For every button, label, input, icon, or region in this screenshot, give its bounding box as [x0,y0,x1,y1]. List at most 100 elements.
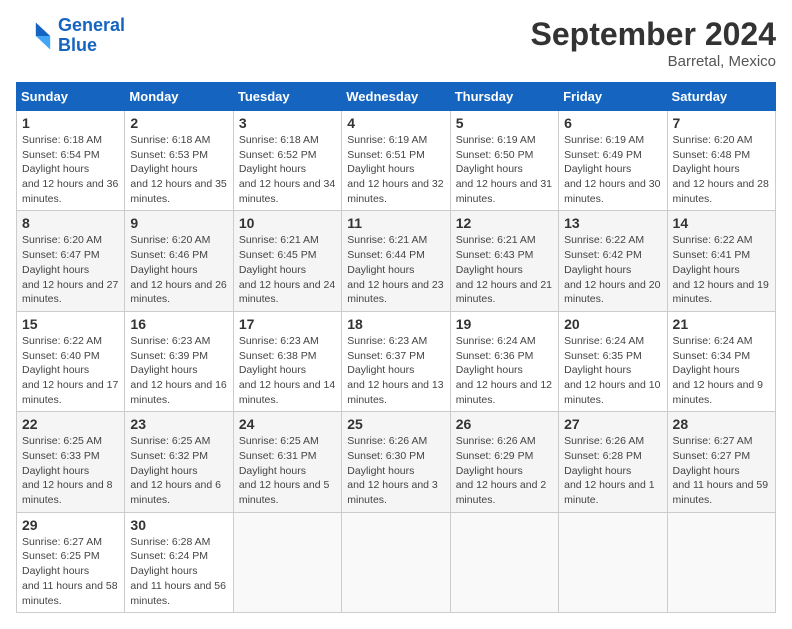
day-info: Sunrise: 6:18 AMSunset: 6:53 PMDaylight … [130,133,227,206]
day-info: Sunrise: 6:24 AMSunset: 6:35 PMDaylight … [564,334,661,407]
calendar-cell-27: 27 Sunrise: 6:26 AMSunset: 6:28 PMDaylig… [559,412,667,512]
day-info: Sunrise: 6:20 AMSunset: 6:47 PMDaylight … [22,233,119,306]
day-info: Sunrise: 6:20 AMSunset: 6:46 PMDaylight … [130,233,227,306]
day-info: Sunrise: 6:26 AMSunset: 6:28 PMDaylight … [564,434,661,507]
calendar-cell-20: 20 Sunrise: 6:24 AMSunset: 6:35 PMDaylig… [559,311,667,411]
day-number: 20 [564,316,661,332]
day-number: 14 [673,215,770,231]
day-number: 12 [456,215,553,231]
day-number: 13 [564,215,661,231]
col-wednesday: Wednesday [342,83,450,111]
day-info: Sunrise: 6:21 AMSunset: 6:44 PMDaylight … [347,233,444,306]
day-number: 26 [456,416,553,432]
day-info: Sunrise: 6:22 AMSunset: 6:40 PMDaylight … [22,334,119,407]
day-info: Sunrise: 6:22 AMSunset: 6:41 PMDaylight … [673,233,770,306]
day-number: 1 [22,115,119,131]
day-info: Sunrise: 6:24 AMSunset: 6:34 PMDaylight … [673,334,770,407]
col-tuesday: Tuesday [233,83,341,111]
page-header: General Blue September 2024 Barretal, Me… [16,16,776,70]
day-number: 4 [347,115,444,131]
calendar-cell-empty-4-2 [233,512,341,612]
day-info: Sunrise: 6:23 AMSunset: 6:39 PMDaylight … [130,334,227,407]
calendar-cell-25: 25 Sunrise: 6:26 AMSunset: 6:30 PMDaylig… [342,412,450,512]
calendar-cell-12: 12 Sunrise: 6:21 AMSunset: 6:43 PMDaylig… [450,211,558,311]
col-thursday: Thursday [450,83,558,111]
calendar-week-5: 29 Sunrise: 6:27 AMSunset: 6:25 PMDaylig… [17,512,776,612]
day-info: Sunrise: 6:27 AMSunset: 6:27 PMDaylight … [673,434,770,507]
calendar-cell-22: 22 Sunrise: 6:25 AMSunset: 6:33 PMDaylig… [17,412,125,512]
day-number: 3 [239,115,336,131]
col-friday: Friday [559,83,667,111]
day-info: Sunrise: 6:19 AMSunset: 6:51 PMDaylight … [347,133,444,206]
col-monday: Monday [125,83,233,111]
day-number: 6 [564,115,661,131]
calendar-cell-8: 8 Sunrise: 6:20 AMSunset: 6:47 PMDayligh… [17,211,125,311]
day-number: 23 [130,416,227,432]
col-saturday: Saturday [667,83,775,111]
day-info: Sunrise: 6:22 AMSunset: 6:42 PMDaylight … [564,233,661,306]
calendar-cell-15: 15 Sunrise: 6:22 AMSunset: 6:40 PMDaylig… [17,311,125,411]
day-number: 29 [22,517,119,533]
logo: General Blue [16,16,125,56]
calendar-cell-3: 3 Sunrise: 6:18 AMSunset: 6:52 PMDayligh… [233,111,341,211]
day-info: Sunrise: 6:26 AMSunset: 6:29 PMDaylight … [456,434,553,507]
calendar-cell-11: 11 Sunrise: 6:21 AMSunset: 6:44 PMDaylig… [342,211,450,311]
day-info: Sunrise: 6:21 AMSunset: 6:43 PMDaylight … [456,233,553,306]
day-info: Sunrise: 6:27 AMSunset: 6:25 PMDaylight … [22,535,119,608]
calendar-cell-empty-4-5 [559,512,667,612]
day-info: Sunrise: 6:28 AMSunset: 6:24 PMDaylight … [130,535,227,608]
day-info: Sunrise: 6:23 AMSunset: 6:38 PMDaylight … [239,334,336,407]
day-info: Sunrise: 6:26 AMSunset: 6:30 PMDaylight … [347,434,444,507]
calendar-week-2: 8 Sunrise: 6:20 AMSunset: 6:47 PMDayligh… [17,211,776,311]
day-number: 2 [130,115,227,131]
day-number: 19 [456,316,553,332]
calendar-cell-16: 16 Sunrise: 6:23 AMSunset: 6:39 PMDaylig… [125,311,233,411]
day-info: Sunrise: 6:19 AMSunset: 6:50 PMDaylight … [456,133,553,206]
day-number: 21 [673,316,770,332]
calendar-week-1: 1 Sunrise: 6:18 AMSunset: 6:54 PMDayligh… [17,111,776,211]
calendar-table: Sunday Monday Tuesday Wednesday Thursday… [16,82,776,613]
calendar-cell-21: 21 Sunrise: 6:24 AMSunset: 6:34 PMDaylig… [667,311,775,411]
day-info: Sunrise: 6:23 AMSunset: 6:37 PMDaylight … [347,334,444,407]
calendar-cell-26: 26 Sunrise: 6:26 AMSunset: 6:29 PMDaylig… [450,412,558,512]
logo-text: General Blue [58,16,125,56]
calendar-cell-17: 17 Sunrise: 6:23 AMSunset: 6:38 PMDaylig… [233,311,341,411]
calendar-cell-2: 2 Sunrise: 6:18 AMSunset: 6:53 PMDayligh… [125,111,233,211]
day-info: Sunrise: 6:21 AMSunset: 6:45 PMDaylight … [239,233,336,306]
day-number: 16 [130,316,227,332]
day-info: Sunrise: 6:18 AMSunset: 6:54 PMDaylight … [22,133,119,206]
day-number: 28 [673,416,770,432]
day-number: 22 [22,416,119,432]
calendar-cell-9: 9 Sunrise: 6:20 AMSunset: 6:46 PMDayligh… [125,211,233,311]
calendar-cell-28: 28 Sunrise: 6:27 AMSunset: 6:27 PMDaylig… [667,412,775,512]
calendar-week-3: 15 Sunrise: 6:22 AMSunset: 6:40 PMDaylig… [17,311,776,411]
calendar-cell-5: 5 Sunrise: 6:19 AMSunset: 6:50 PMDayligh… [450,111,558,211]
calendar-cell-10: 10 Sunrise: 6:21 AMSunset: 6:45 PMDaylig… [233,211,341,311]
month-title: September 2024 [531,16,776,53]
calendar-cell-6: 6 Sunrise: 6:19 AMSunset: 6:49 PMDayligh… [559,111,667,211]
day-number: 17 [239,316,336,332]
day-info: Sunrise: 6:19 AMSunset: 6:49 PMDaylight … [564,133,661,206]
day-info: Sunrise: 6:25 AMSunset: 6:32 PMDaylight … [130,434,227,507]
calendar-cell-7: 7 Sunrise: 6:20 AMSunset: 6:48 PMDayligh… [667,111,775,211]
calendar-cell-29: 29 Sunrise: 6:27 AMSunset: 6:25 PMDaylig… [17,512,125,612]
day-number: 8 [22,215,119,231]
location-title: Barretal, Mexico [531,53,776,70]
calendar-cell-empty-4-3 [342,512,450,612]
calendar-cell-30: 30 Sunrise: 6:28 AMSunset: 6:24 PMDaylig… [125,512,233,612]
day-number: 11 [347,215,444,231]
day-info: Sunrise: 6:25 AMSunset: 6:31 PMDaylight … [239,434,336,507]
day-number: 7 [673,115,770,131]
day-number: 5 [456,115,553,131]
calendar-cell-empty-4-4 [450,512,558,612]
day-number: 25 [347,416,444,432]
calendar-cell-18: 18 Sunrise: 6:23 AMSunset: 6:37 PMDaylig… [342,311,450,411]
day-number: 15 [22,316,119,332]
calendar-cell-19: 19 Sunrise: 6:24 AMSunset: 6:36 PMDaylig… [450,311,558,411]
day-number: 9 [130,215,227,231]
calendar-cell-23: 23 Sunrise: 6:25 AMSunset: 6:32 PMDaylig… [125,412,233,512]
logo-icon [16,18,52,54]
title-area: September 2024 Barretal, Mexico [531,16,776,70]
calendar-header-row: Sunday Monday Tuesday Wednesday Thursday… [17,83,776,111]
calendar-cell-24: 24 Sunrise: 6:25 AMSunset: 6:31 PMDaylig… [233,412,341,512]
